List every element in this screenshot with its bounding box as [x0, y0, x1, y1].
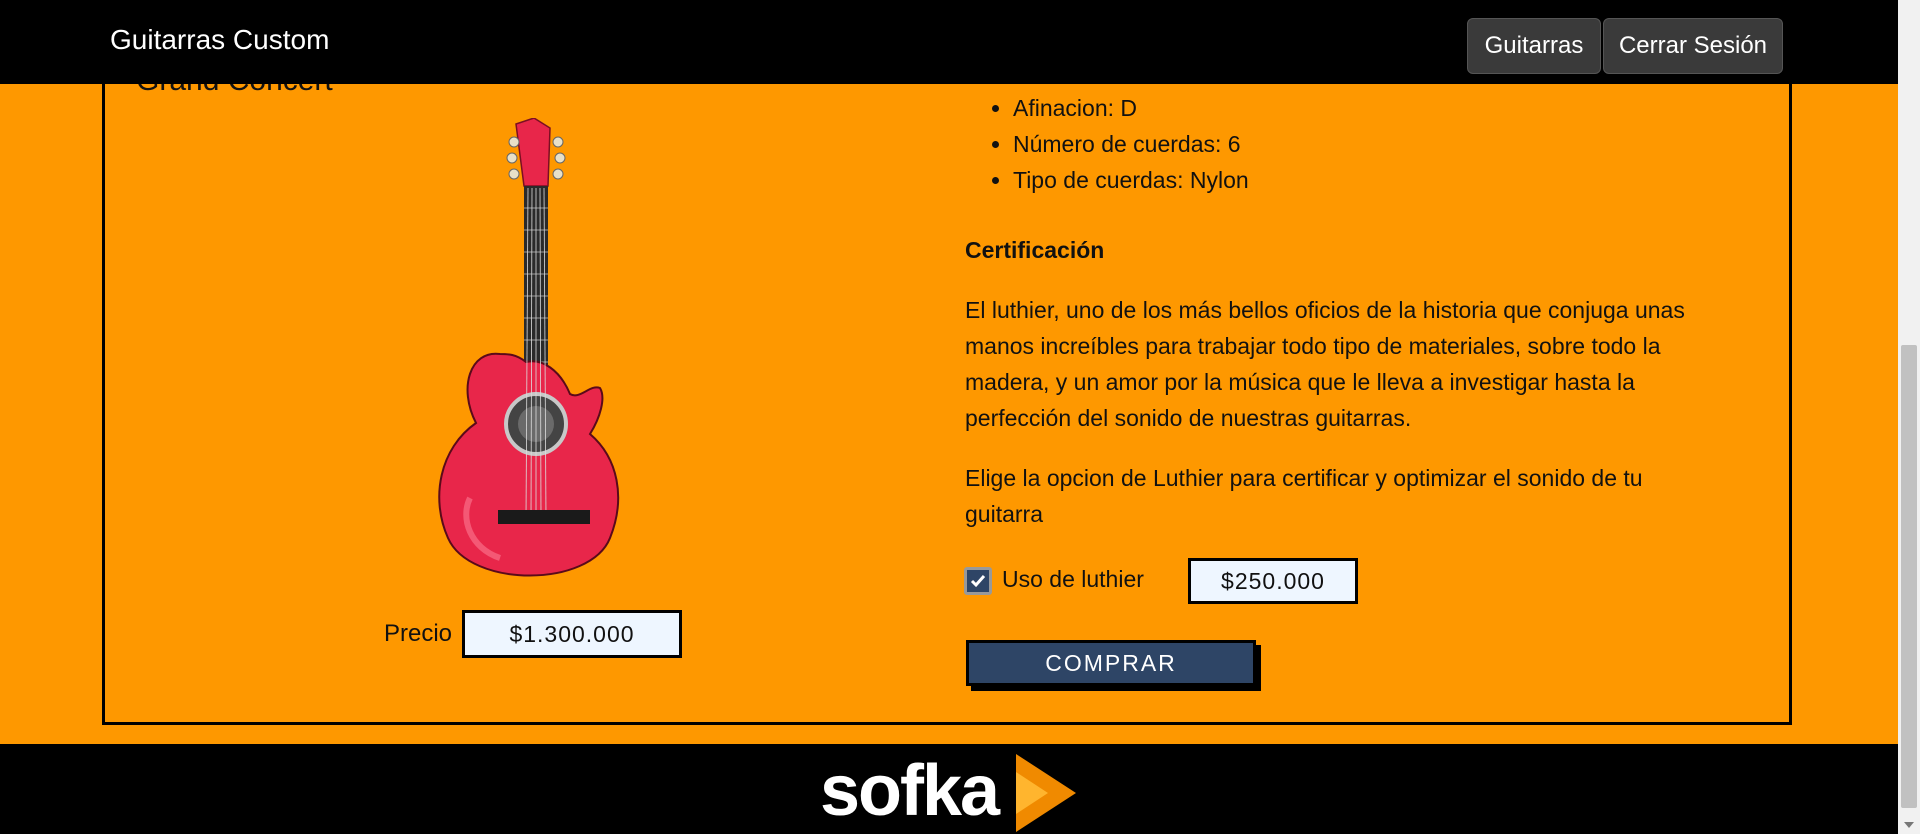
list-item: Tipo de cuerdas: Nylon [992, 162, 1249, 198]
list-item: Número de cuerdas: 6 [992, 126, 1249, 162]
guitarras-button[interactable]: Guitarras [1467, 18, 1601, 74]
luthier-price-value: $250.000 [1188, 558, 1358, 604]
scroll-down-icon[interactable] [1904, 822, 1914, 828]
list-item: Afinacion: D [992, 90, 1249, 126]
guitar-image [438, 118, 620, 577]
top-navbar: Guitarras Custom Guitarras Cerrar Sesión [0, 0, 1898, 84]
luthier-option-paragraph: Elige la opcion de Luthier para certific… [965, 465, 1643, 527]
sofka-logo-icon [1016, 754, 1076, 832]
luthier-checkbox[interactable] [964, 567, 992, 595]
certification-paragraph: El luthier, uno de los más bellos oficio… [965, 297, 1685, 431]
specs-list: Afinacion: D Número de cuerdas: 6 Tipo d… [992, 90, 1249, 198]
luthier-checkbox-label[interactable]: Uso de luthier [1002, 566, 1144, 593]
price-value: $1.300.000 [462, 610, 682, 658]
sofka-logo-text: sofka [820, 751, 1000, 831]
scrollbar[interactable] [1898, 0, 1920, 834]
brand-title[interactable]: Guitarras Custom [110, 24, 329, 56]
price-label: Precio [384, 620, 453, 647]
scrollbar-thumb[interactable] [1901, 345, 1917, 808]
checkmark-icon [970, 575, 986, 588]
certification-title: Certificación [965, 237, 1105, 263]
buy-button[interactable]: COMPRAR [966, 640, 1256, 686]
logout-button[interactable]: Cerrar Sesión [1603, 18, 1783, 74]
